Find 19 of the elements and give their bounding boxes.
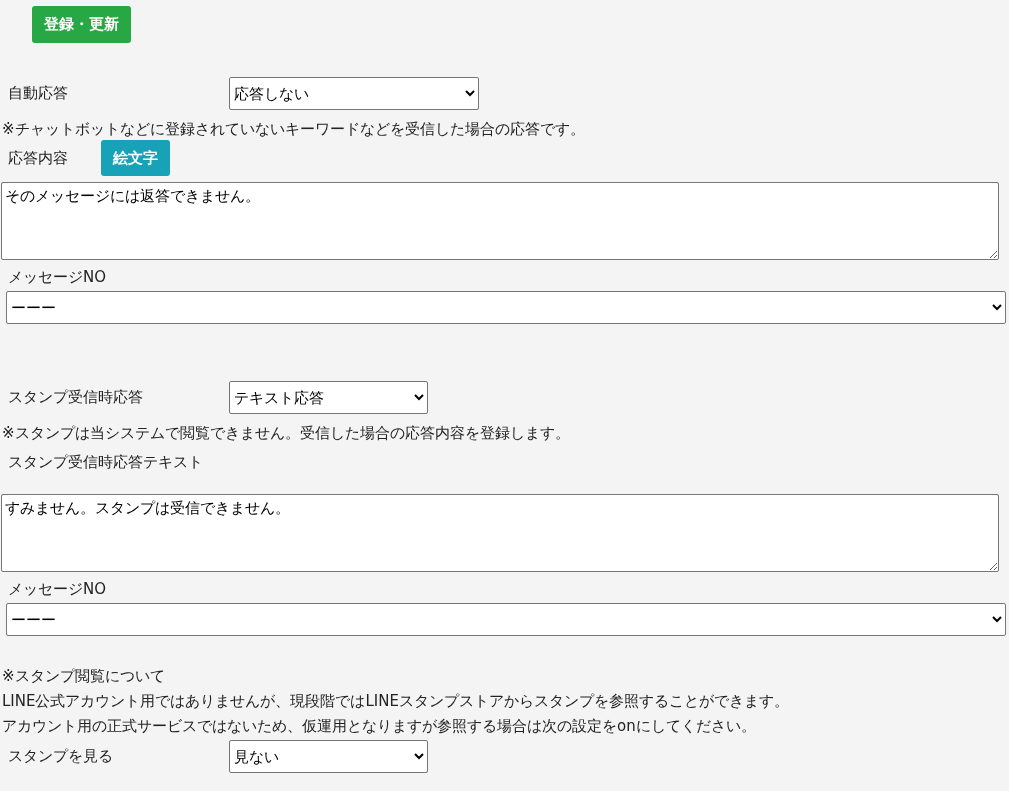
field-label: 自動応答 <box>7 84 69 103</box>
field-label: スタンプ受信時応答テキスト <box>7 452 204 472</box>
text-area[interactable]: すみません。スタンプは受信できません。 <box>1 494 999 572</box>
field-label: スタンプを見る <box>7 747 114 766</box>
field-label: メッセージNO <box>7 579 108 599</box>
text-area[interactable]: そのメッセージには返答できません。 <box>1 182 999 260</box>
note-text: ※スタンプ閲覧について <box>1 666 166 687</box>
dropdown[interactable]: ーーー <box>6 291 1006 324</box>
dropdown[interactable]: 見ない <box>229 740 428 773</box>
field-label: 応答内容 <box>7 148 69 168</box>
dropdown[interactable]: 応答しない <box>229 77 479 110</box>
dropdown[interactable]: テキスト応答 <box>229 381 428 414</box>
field-label: スタンプ受信時応答 <box>7 388 144 407</box>
note-text: ※チャットボットなどに登録されていないキーワードなどを受信した場合の応答です。 <box>1 119 586 139</box>
dropdown[interactable]: ーーー <box>6 603 1006 636</box>
note-text: ※スタンプは当システムで閲覧できません。受信した場合の応答内容を登録します。 <box>1 423 571 443</box>
note-text: LINE公式アカウント用ではありませんが、現段階ではLINEスタンプストアからスタンプを参照することができます。 <box>1 691 790 712</box>
field-label: メッセージNO <box>7 267 108 287</box>
note-text: アカウント用の正式サービスではないため、仮運用となりますが参照する場合は次の設定をonにしてください。 <box>1 716 757 737</box>
